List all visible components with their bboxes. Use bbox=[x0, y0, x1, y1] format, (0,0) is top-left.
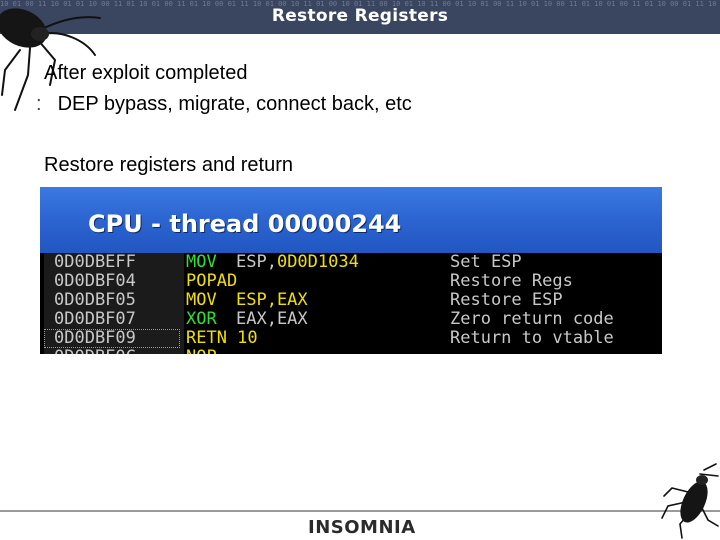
row-address: 0D0DBF05 bbox=[54, 290, 136, 310]
sub-bullet-marker: : bbox=[36, 93, 42, 115]
row-mnemonic: POPAD bbox=[186, 271, 238, 291]
row-mnemonic: XOR bbox=[186, 309, 217, 329]
cpu-window-title: CPU - thread 00000244 bbox=[88, 210, 402, 238]
row-comment: Restore ESP bbox=[450, 290, 563, 310]
row-operands: ESP,EAX bbox=[236, 291, 308, 310]
row-address: 0D0DBF09 bbox=[54, 328, 136, 348]
row-address: 0D0DBF04 bbox=[54, 271, 136, 291]
cpu-window-screenshot: CPU - thread 00000244 0D0DBEFF MOV ESP,0D0… bbox=[40, 187, 662, 354]
row-comment: Set ESP bbox=[450, 252, 522, 272]
row-address: 0D0DBEFF bbox=[54, 252, 136, 272]
row-mnemonic: MOV bbox=[186, 290, 217, 310]
disassembly-row[interactable]: 0D0DBF09 RETN 10 Return to vtable bbox=[40, 329, 662, 348]
disassembly-pane: 0D0DBEFF MOV ESP,0D0D1034 Set ESP 0D0DBF04 PO… bbox=[40, 253, 662, 354]
row-operands: ESP,0D0D1034 bbox=[236, 253, 359, 272]
row-operand-value: 0D0D1034 bbox=[276, 252, 359, 272]
row-operand-register: ESP,EAX bbox=[236, 290, 308, 310]
row-comment: Return to vtable bbox=[450, 328, 614, 348]
row-address: 0D0DBF07 bbox=[54, 309, 136, 329]
sub-bullet-text: DEP bypass, migrate, connect back, etc bbox=[57, 93, 412, 115]
sub-bullet-tasks: : DEP bypass, migrate, connect back, etc bbox=[36, 93, 412, 116]
row-comment: Zero return code bbox=[450, 309, 614, 329]
row-operand-register: EAX,EAX bbox=[236, 309, 308, 329]
footer-divider bbox=[0, 510, 720, 512]
insomnia-logo: INSOMNIA bbox=[308, 517, 416, 538]
disassembly-row[interactable]: 0D0DBEFF MOV ESP,0D0D1034 Set ESP bbox=[40, 253, 662, 272]
cpu-window-titlebar: CPU - thread 00000244 bbox=[40, 187, 662, 253]
disassembly-row[interactable]: 0D0DBF07 XOR EAX,EAX Zero return code bbox=[40, 310, 662, 329]
row-operand-register: ESP, bbox=[236, 252, 277, 272]
row-mnemonic: MOV bbox=[186, 252, 217, 272]
disassembly-row[interactable]: 0D0DBF05 MOV ESP,EAX Restore ESP bbox=[40, 291, 662, 310]
cockroach-icon-small bbox=[661, 463, 719, 539]
disassembly-row[interactable]: 0D0DBF04 POPAD Restore Regs bbox=[40, 272, 662, 291]
bullet-after-exploit: After exploit completed bbox=[44, 62, 248, 84]
disassembly-row[interactable]: 0D0DBF0C NOP bbox=[40, 348, 662, 355]
bullet-restore-registers: Restore registers and return bbox=[44, 154, 294, 176]
row-comment: Restore Regs bbox=[450, 271, 573, 291]
row-address: 0D0DBF0C bbox=[54, 348, 136, 355]
row-mnemonic: NOP bbox=[186, 348, 217, 355]
row-mnemonic: RETN 10 bbox=[186, 328, 258, 348]
row-operands: EAX,EAX bbox=[236, 310, 308, 329]
